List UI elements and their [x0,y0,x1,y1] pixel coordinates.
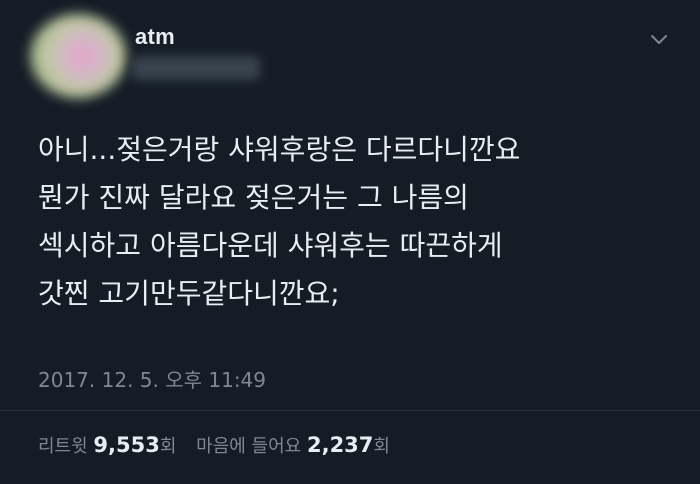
chevron-down-icon[interactable] [646,26,672,52]
like-label: 마음에 들어요 [196,436,302,457]
like-stat[interactable]: 마음에 들어요 2,237회 [196,432,390,458]
tweet-text-line: 갓찐 고기만두같다니깐요; [38,277,340,310]
tweet-card: atm 아니...젖은거랑 샤워후랑은 다르다니깐요 뭔가 진짜 달라요 젖은거… [0,0,700,484]
like-count: 2,237 [306,433,374,457]
divider [0,410,700,411]
tweet-text-line: 아니...젖은거랑 샤워후랑은 다르다니깐요 [38,133,521,166]
tweet-text: 아니...젖은거랑 샤워후랑은 다르다니깐요 뭔가 진짜 달라요 젖은거는 그 … [38,126,678,318]
like-unit: 회 [373,436,390,457]
timestamp[interactable]: 2017. 12. 5. 오후 11:49 [38,364,266,393]
tweet-stats: 리트윗 9,553회 마음에 들어요 2,237회 [38,432,404,458]
avatar[interactable] [30,14,126,98]
retweet-count: 9,553 [93,433,160,457]
username[interactable]: atm [135,24,175,50]
handle-blurred [132,56,260,80]
retweet-unit: 회 [159,436,177,457]
tweet-text-line: 섹시하고 아름다운데 샤워후는 따끈하게 [38,229,503,262]
retweet-label: 리트윗 [38,436,88,457]
retweet-stat[interactable]: 리트윗 9,553회 [38,432,176,458]
tweet-text-line: 뭔가 진짜 달라요 젖은거는 그 나름의 [38,181,469,214]
